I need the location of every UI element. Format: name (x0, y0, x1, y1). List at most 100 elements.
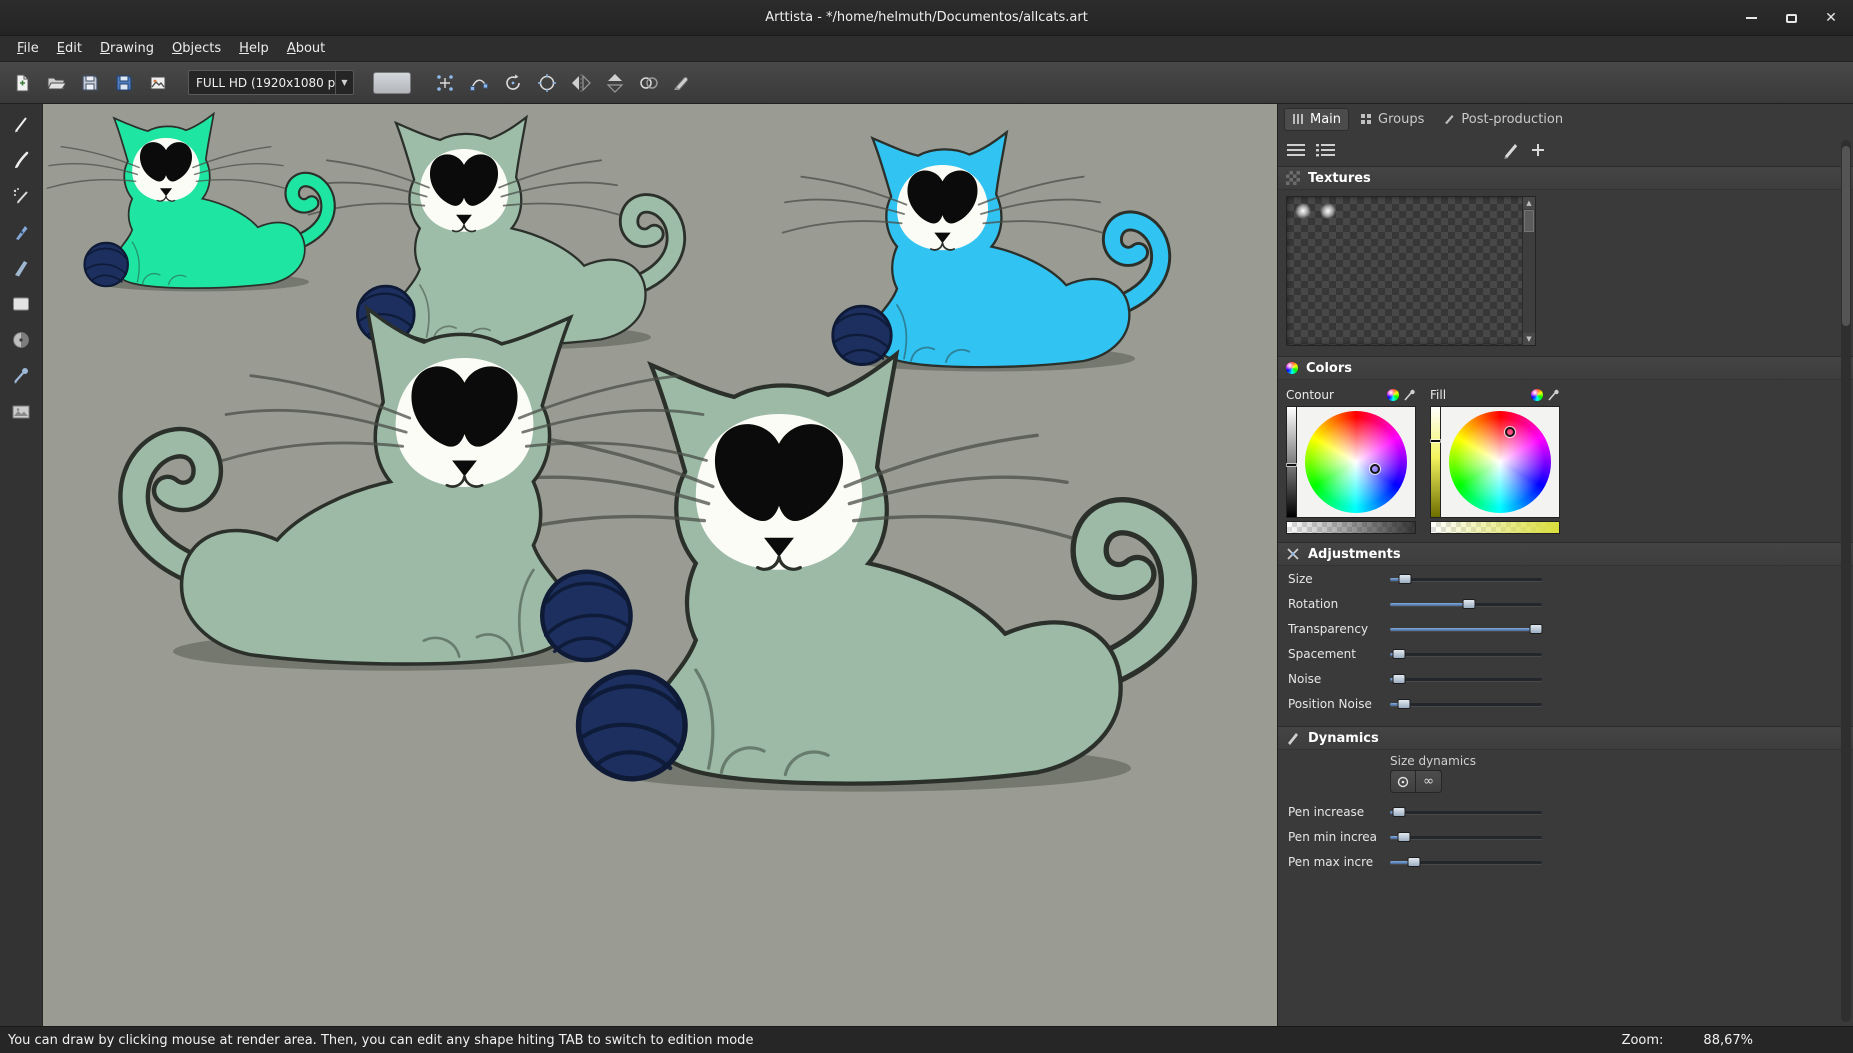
node-edit-icon[interactable] (465, 69, 492, 96)
fill-gradient-icon[interactable] (1531, 389, 1543, 401)
airbrush-tool[interactable] (9, 184, 33, 208)
pen-max-increase-label: Pen max incre (1288, 855, 1390, 869)
slider-row-transparency: Transparency (1278, 616, 1853, 641)
rotation-slider[interactable] (1390, 597, 1542, 611)
sage-cat-large-front[interactable] (555, 350, 1195, 798)
fill-value-slider[interactable] (1430, 406, 1441, 518)
pen-max-increase-slider[interactable] (1390, 855, 1542, 869)
export-image-icon[interactable] (144, 69, 171, 96)
chevron-down-icon: ▼ (335, 71, 353, 94)
menu-edit[interactable]: Edit (48, 37, 91, 60)
panel-scroll-thumb[interactable] (1842, 146, 1850, 326)
drawing-canvas[interactable] (43, 104, 1277, 1026)
open-file-icon[interactable] (42, 69, 69, 96)
menu-drawing[interactable]: Drawing (91, 37, 163, 60)
size-slider[interactable] (1390, 572, 1542, 586)
fill-label: Fill (1430, 388, 1446, 402)
maximize-icon[interactable] (1783, 10, 1799, 26)
fill-wheel-indicator[interactable] (1505, 427, 1515, 437)
post-production-tab-icon (1443, 113, 1455, 125)
status-message: You can draw by clicking mouse at render… (0, 1033, 753, 1048)
brush-tool[interactable] (9, 148, 33, 172)
rotate-icon[interactable] (499, 69, 526, 96)
slider-row-spacement: Spacement (1278, 641, 1853, 666)
textures-section-header[interactable]: Textures (1278, 166, 1853, 190)
contour-alpha-slider[interactable] (1286, 521, 1416, 534)
texture-thumbnail[interactable] (1295, 203, 1311, 219)
contour-color-wheel[interactable] (1297, 406, 1416, 518)
sage-cat-large-left[interactable] (120, 305, 650, 676)
flip-vertical-icon[interactable] (601, 69, 628, 96)
resolution-value: FULL HD (1920x1080 px) (189, 76, 335, 90)
contour-gradient-icon[interactable] (1387, 389, 1399, 401)
colors-section-header[interactable]: Colors (1278, 356, 1853, 380)
brush-preview-swatch[interactable] (373, 72, 411, 94)
menu-file[interactable]: File (8, 37, 48, 60)
size-dynamics-label: Size dynamics (1390, 754, 1853, 768)
contour-label: Contour (1286, 388, 1334, 402)
eraser-icon[interactable] (669, 69, 696, 96)
menu-about[interactable]: About (278, 37, 334, 60)
colors-icon (1286, 362, 1298, 374)
pen-min-increase-slider[interactable] (1390, 830, 1542, 844)
eyedropper-tool[interactable] (9, 364, 33, 388)
circle-select-icon[interactable] (533, 69, 560, 96)
menu-help[interactable]: Help (230, 37, 278, 60)
edit-pen-icon[interactable] (1502, 141, 1520, 159)
ellipses-icon[interactable] (635, 69, 662, 96)
contour-eyedropper-icon[interactable] (1404, 389, 1416, 401)
dynamics-icon (1286, 731, 1300, 745)
transparency-slider[interactable] (1390, 622, 1542, 636)
tab-groups[interactable]: Groups (1352, 108, 1432, 131)
dynamics-section-header[interactable]: Dynamics (1278, 726, 1853, 750)
list-view-icon[interactable] (1286, 143, 1306, 157)
compact-list-icon[interactable] (1316, 143, 1336, 157)
adjustments-title: Adjustments (1308, 547, 1401, 562)
pen-increase-slider[interactable] (1390, 805, 1542, 819)
tab-main[interactable]: Main (1284, 108, 1349, 131)
scroll-down-icon[interactable]: ▼ (1523, 333, 1535, 345)
pen-tool[interactable] (9, 220, 33, 244)
panel-icon-row (1278, 134, 1554, 166)
blue-cat-top-right[interactable] (820, 130, 1170, 375)
rotation-label: Rotation (1288, 597, 1390, 611)
teal-cat-top-left[interactable] (75, 112, 335, 294)
noise-slider[interactable] (1390, 672, 1542, 686)
panel-scrollbar[interactable] (1841, 140, 1851, 1022)
texture-thumbnail[interactable] (1320, 203, 1336, 219)
spacement-slider[interactable] (1390, 647, 1542, 661)
texture-list[interactable]: ▲ ▼ (1286, 196, 1536, 346)
position-noise-slider[interactable] (1390, 697, 1542, 711)
transform-points-icon[interactable] (431, 69, 458, 96)
slider-row-pen-max-increase: Pen max incre (1278, 849, 1853, 874)
size-label: Size (1288, 572, 1390, 586)
save-as-icon[interactable] (110, 69, 137, 96)
dynamics-infinity-toggle[interactable]: ∞ (1416, 771, 1441, 792)
fill-alpha-slider[interactable] (1430, 521, 1560, 534)
save-icon[interactable] (76, 69, 103, 96)
slider-row-pen-increase: Pen increase (1278, 799, 1853, 824)
new-document-icon[interactable] (8, 69, 35, 96)
pencil-tool[interactable] (9, 112, 33, 136)
resolution-dropdown[interactable]: FULL HD (1920x1080 px) ▼ (188, 70, 354, 95)
calligraphy-tool[interactable] (9, 256, 33, 280)
disc-tool[interactable] (9, 328, 33, 352)
image-tool[interactable] (9, 400, 33, 424)
add-icon[interactable] (1530, 142, 1546, 158)
tab-post-production[interactable]: Post-production (1435, 108, 1571, 131)
fill-color-wheel[interactable] (1441, 406, 1560, 518)
texture-scrollbar[interactable]: ▲ ▼ (1522, 197, 1535, 345)
close-icon[interactable]: ✕ (1823, 10, 1839, 26)
card-tool[interactable] (9, 292, 33, 316)
texture-scroll-thumb[interactable] (1524, 210, 1534, 232)
fill-eyedropper-icon[interactable] (1548, 389, 1560, 401)
menu-objects[interactable]: Objects (163, 37, 230, 60)
left-toolbar (0, 104, 43, 1026)
minimize-icon[interactable] (1743, 10, 1759, 26)
slider-row-noise: Noise (1278, 666, 1853, 691)
dynamics-circle-toggle[interactable] (1391, 771, 1416, 792)
scroll-up-icon[interactable]: ▲ (1523, 197, 1535, 209)
adjustments-section-header[interactable]: Adjustments (1278, 542, 1853, 566)
flip-horizontal-icon[interactable] (567, 69, 594, 96)
contour-value-slider[interactable] (1286, 406, 1297, 518)
